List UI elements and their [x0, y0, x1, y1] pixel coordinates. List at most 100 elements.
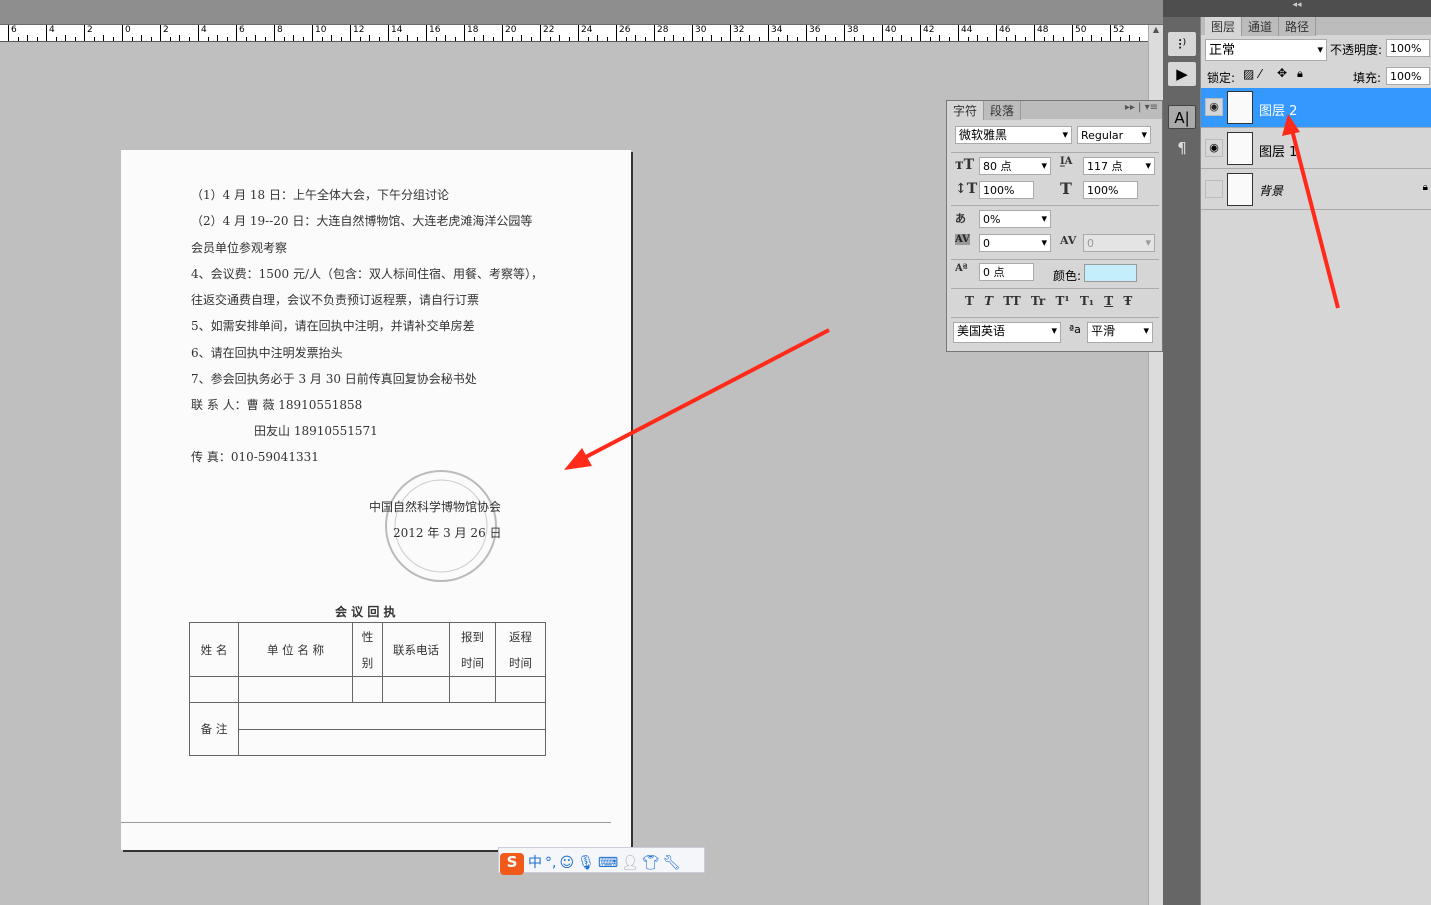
- ruler-label: 42: [920, 25, 934, 41]
- paragraph-panel-icon[interactable]: ¶: [1168, 136, 1196, 160]
- ruler-label: 2: [160, 25, 169, 41]
- ruler-label: 10: [312, 25, 326, 41]
- ruler-label: 32: [730, 25, 744, 41]
- document-canvas[interactable]: （1）4 月 18 日：上午全体大会，下午分组讨论 （2）4 月 19--20 日…: [121, 150, 631, 850]
- layer-row-1[interactable]: ◉ 图层 1: [1201, 129, 1431, 169]
- font-family-select[interactable]: 微软雅黑: [955, 126, 1072, 144]
- antialias-icon: ªa: [1069, 323, 1081, 336]
- remarks-label: 备 注: [189, 702, 239, 756]
- tracking-input[interactable]: 0: [1083, 234, 1155, 252]
- ruler-label: 24: [578, 25, 592, 41]
- ime-toolbar: S 中 °, ☺ 🎙︎ ⌨ 👤︎ 👕︎ 🔧︎: [498, 847, 705, 875]
- lock-icon: 🔒︎: [1422, 182, 1428, 193]
- scroll-up-icon[interactable]: ▲: [1149, 25, 1163, 34]
- layer-name: 图层 2: [1259, 104, 1298, 119]
- ruler-label: 34: [768, 25, 782, 41]
- document-line: 联 系 人：曹 薇 18910551858: [191, 398, 363, 412]
- document-line: 7、参会回执务必于 3 月 30 日前传真回复协会秘书处: [191, 372, 477, 386]
- lock-transparency-icon[interactable]: ▨: [1243, 67, 1254, 81]
- lock-move-icon[interactable]: ✥: [1277, 66, 1287, 80]
- eye-icon[interactable]: ◉: [1205, 98, 1223, 116]
- wrench-icon[interactable]: 🔧︎: [663, 855, 681, 871]
- ruler-label: 44: [958, 25, 972, 41]
- emoji-icon[interactable]: ☺: [559, 855, 574, 871]
- ruler-label: 6: [8, 25, 17, 41]
- faux-bold-button[interactable]: T: [965, 294, 974, 308]
- tab-channels[interactable]: 通道: [1242, 17, 1280, 36]
- strikethrough-button[interactable]: Ŧ: [1123, 294, 1132, 308]
- kerning-input[interactable]: 0: [979, 234, 1051, 252]
- skin-shirt-icon[interactable]: 👕︎: [642, 855, 660, 871]
- superscript-button[interactable]: T¹: [1055, 294, 1069, 308]
- opacity-input[interactable]: 100%: [1386, 39, 1430, 57]
- document-line: 田友山 18910551571: [254, 424, 378, 438]
- tab-paragraph[interactable]: 段落: [984, 101, 1022, 120]
- kerning-icon: AV: [955, 234, 970, 245]
- document-line: 6、请在回执中注明发票抬头: [191, 346, 343, 360]
- horizontal-scale-icon: T: [1060, 179, 1072, 198]
- fill-input[interactable]: 100%: [1386, 67, 1430, 85]
- fill-label: 填充:: [1353, 71, 1382, 85]
- language-select[interactable]: 美国英语: [953, 322, 1061, 343]
- layer-name: 背景: [1259, 184, 1284, 198]
- document-line: 4、会议费：1500 元/人（包含：双人标间住宿、用餐、考察等），: [191, 267, 544, 281]
- horizontal-ruler[interactable]: 6 4 2 0 2 4 6 8 10 12 14 16 18 20 22 24 26 28 30 32 34 36 38 40…: [0, 25, 1148, 42]
- ime-mode-button[interactable]: 中: [528, 852, 542, 872]
- user-icon[interactable]: 👤︎: [621, 855, 639, 871]
- eye-icon[interactable]: ◉: [1205, 139, 1223, 157]
- horizontal-scale-input[interactable]: 100%: [1083, 181, 1138, 199]
- reply-form-table: 姓 名 单 位 名 称 性 别 联系电话 报到 时间 返程 时间 备 注: [189, 622, 546, 756]
- vertical-scale-icon: ↕T: [955, 181, 978, 197]
- tsume-input[interactable]: 0%: [979, 210, 1051, 228]
- punctuation-button[interactable]: °,: [545, 855, 556, 871]
- vertical-scale-input[interactable]: 100%: [979, 181, 1034, 199]
- tab-layers[interactable]: 图层: [1205, 17, 1243, 36]
- tab-character[interactable]: 字符: [947, 101, 985, 120]
- layer-row-2[interactable]: ◉ 图层 2: [1201, 88, 1431, 128]
- ruler-label: 48: [1034, 25, 1048, 41]
- character-panel-icon[interactable]: A|: [1168, 105, 1196, 129]
- ruler-label: 0: [122, 25, 131, 41]
- antialias-select[interactable]: 平滑: [1087, 322, 1153, 343]
- ruler-label: 46: [996, 25, 1010, 41]
- layer-thumbnail: [1227, 132, 1253, 165]
- lock-all-icon[interactable]: 🔒︎: [1297, 67, 1303, 81]
- panel-menu-icon[interactable]: ▸▸ | ▾≡: [1125, 102, 1158, 113]
- tab-paths[interactable]: 路径: [1279, 17, 1317, 36]
- ruler-label: 16: [426, 25, 440, 41]
- leading-icon: I̲A: [1060, 156, 1073, 167]
- font-size-input[interactable]: 80 点: [979, 157, 1051, 175]
- sogou-logo[interactable]: S: [500, 853, 524, 875]
- layer-row-background[interactable]: 背景 🔒︎: [1201, 170, 1431, 210]
- underline-button[interactable]: T: [1104, 294, 1113, 308]
- ruler-label: 4: [46, 25, 55, 41]
- collapse-dock-icon[interactable]: ◂◂: [1163, 0, 1431, 17]
- lock-brush-icon[interactable]: ⁄: [1259, 67, 1261, 81]
- baseline-shift-input[interactable]: 0 点: [979, 263, 1034, 281]
- keyboard-icon[interactable]: ⌨: [598, 855, 618, 871]
- ruler-label: 6: [236, 25, 245, 41]
- style-buttons: T T TT Tr T¹ T₁ T Ŧ: [965, 294, 1132, 308]
- ruler-label: 40: [882, 25, 896, 41]
- document-line: 往返交通费自理，会议不负责预订返程票，请自行订票: [191, 293, 480, 307]
- options-bar: [0, 0, 1163, 25]
- issuer-name: 中国自然科学博物馆协会: [369, 500, 502, 514]
- microphone-icon[interactable]: 🎙︎: [577, 855, 595, 871]
- document-line: （1）4 月 18 日：上午全体大会，下午分组讨论: [191, 188, 449, 202]
- subscript-button[interactable]: T₁: [1080, 294, 1094, 308]
- leading-input[interactable]: 117 点: [1083, 157, 1155, 175]
- ruler-label: 4: [198, 25, 207, 41]
- blend-mode-select[interactable]: 正常: [1205, 39, 1327, 61]
- font-style-select[interactable]: Regular: [1077, 126, 1151, 144]
- ruler-label: 20: [502, 25, 516, 41]
- color-swatch[interactable]: [1084, 264, 1137, 282]
- tracking-icon: AV: [1060, 234, 1077, 247]
- all-caps-button[interactable]: TT: [1003, 294, 1020, 308]
- small-caps-button[interactable]: Tr: [1031, 294, 1045, 308]
- faux-italic-button[interactable]: T: [984, 294, 993, 308]
- visibility-toggle[interactable]: [1205, 180, 1223, 198]
- history-icon[interactable]: ⁝⁾: [1168, 32, 1196, 56]
- actions-play-icon[interactable]: ▶: [1168, 62, 1196, 86]
- ruler-label: 26: [616, 25, 630, 41]
- ruler-label: 12: [350, 25, 364, 41]
